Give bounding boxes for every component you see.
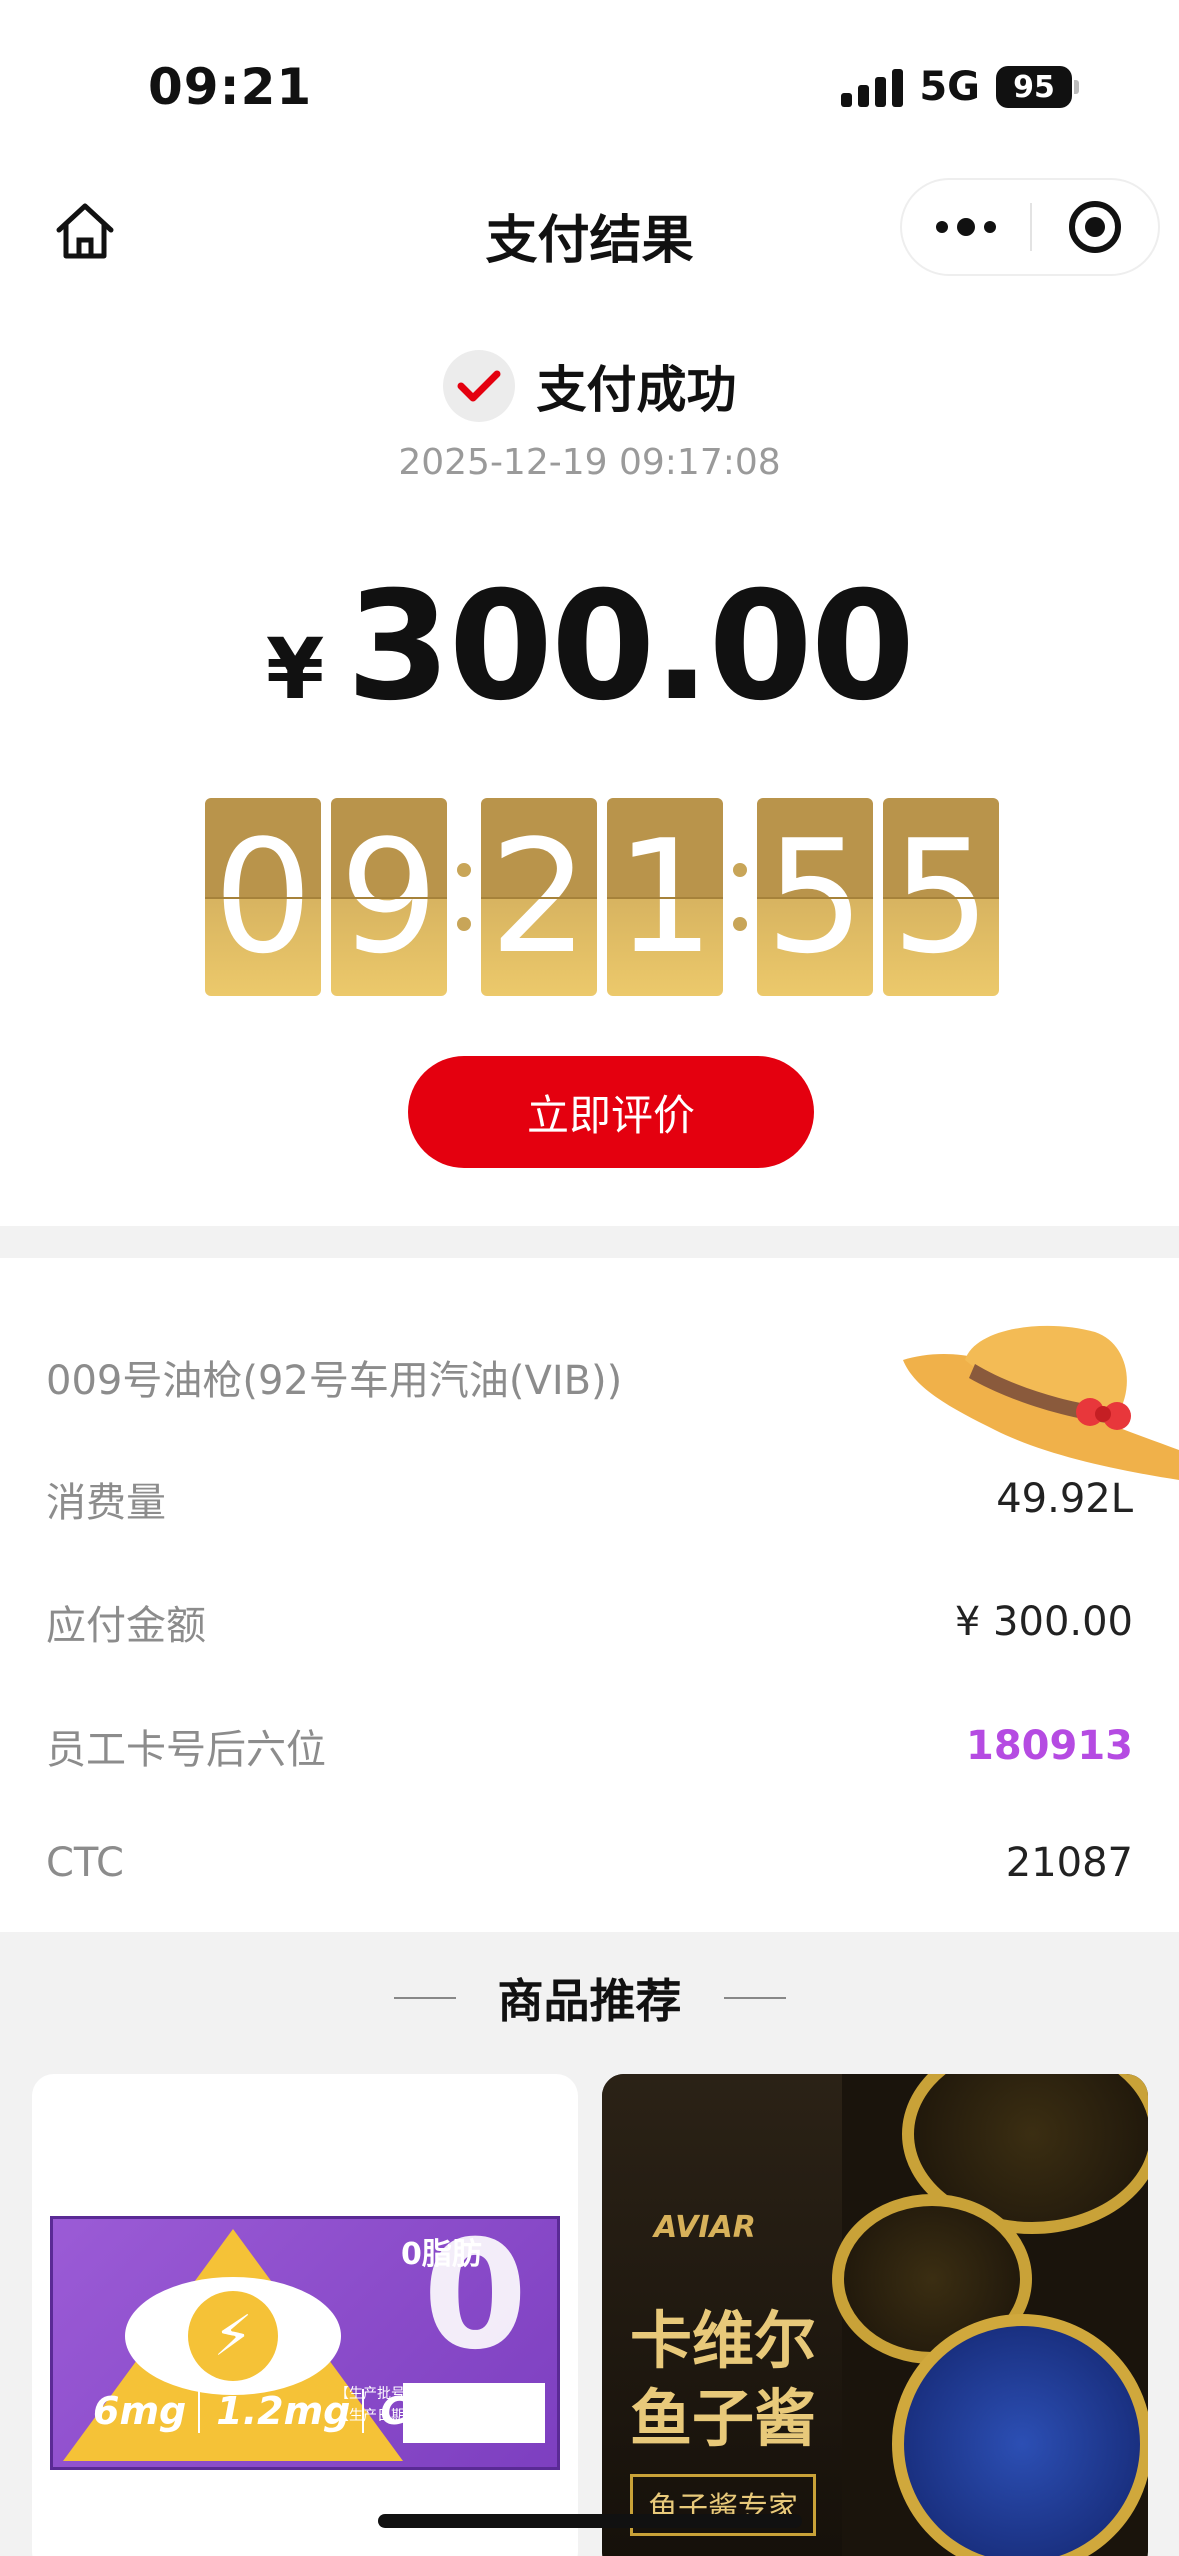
detail-row: 应付金额 ¥ 300.00 <box>46 1593 1133 1651</box>
mini-program-capsule <box>900 178 1160 276</box>
clock-digit: 0 <box>205 798 321 996</box>
payment-amount: ¥ 300.00 <box>0 560 1179 734</box>
detail-row: 消费量 49.92L <box>46 1470 1133 1528</box>
signal-icon <box>841 67 904 107</box>
battery-level: 95 <box>996 66 1072 108</box>
detail-value: ¥ 300.00 <box>954 1599 1133 1645</box>
clock-digit: 1 <box>607 798 723 996</box>
clock-digit: 5 <box>883 798 999 996</box>
detail-value: 21087 <box>1005 1840 1133 1886</box>
detail-row: CTC 21087 <box>46 1840 1133 1886</box>
payment-status: 支付成功 <box>0 350 1179 422</box>
detail-label: 应付金额 <box>46 1603 206 1649</box>
detail-label: CTC <box>46 1840 124 1886</box>
clock-separator <box>723 863 757 931</box>
more-button[interactable] <box>902 218 1030 236</box>
zero-fat-label: 0脂肪 <box>401 2237 482 2272</box>
close-button[interactable] <box>1032 201 1158 253</box>
currency-symbol: ¥ <box>265 620 325 718</box>
detail-label: 员工卡号后六位 <box>46 1727 326 1773</box>
amount-value: 300.00 <box>346 560 915 734</box>
product-image: ⚡ 6mg 1.2mg C 0 0脂肪 【生产批号】 【生产日期】 <box>50 2209 560 2470</box>
caviar-tin-image <box>892 2314 1148 2556</box>
brand-logo: AVIAR <box>654 2210 756 2245</box>
employee-card-number: 180913 <box>966 1723 1133 1769</box>
detail-label: 消费量 <box>46 1480 166 1526</box>
status-text: 支付成功 <box>536 361 737 419</box>
straw-hat-icon <box>903 1325 1179 1480</box>
battery-icon: 95 <box>996 66 1079 108</box>
checkmark-icon <box>442 350 515 422</box>
section-divider <box>0 1226 1179 1258</box>
lightning-icon: ⚡ <box>188 2291 278 2381</box>
rate-now-button[interactable]: 立即评价 <box>408 1056 814 1168</box>
clock-digit: 2 <box>481 798 597 996</box>
flip-clock: 0 9 2 1 5 5 <box>205 798 999 996</box>
home-indicator <box>378 2514 802 2528</box>
product-card[interactable]: AVIAR 卡维尔 鱼子酱 鱼子酱专家 <box>602 2074 1148 2556</box>
product-name: 卡维尔 鱼子酱 <box>630 2304 817 2455</box>
payment-datetime: 2025-12-19 09:17:08 <box>398 442 781 483</box>
clock-digit: 9 <box>331 798 447 996</box>
status-time: 09:21 <box>148 58 313 116</box>
product-card[interactable]: ⚡ 6mg 1.2mg C 0 0脂肪 【生产批号】 【生产日期】 <box>32 2074 578 2556</box>
status-indicators: 5G 95 <box>841 64 1079 110</box>
detail-row: 员工卡号后六位 180913 <box>46 1717 1133 1775</box>
nutrient-value: 6mg <box>93 2389 201 2433</box>
clock-separator <box>447 863 481 931</box>
network-type: 5G <box>919 64 980 110</box>
recommendation-title: 商品推荐 <box>497 1974 682 2028</box>
detail-value: 49.92L <box>996 1476 1133 1522</box>
target-icon <box>1069 201 1121 253</box>
recommendation-header: 商品推荐 <box>0 1965 1179 2031</box>
pump-label: 009号油枪(92号车用汽油(VIB)) <box>46 1358 623 1404</box>
clock-digit: 5 <box>757 798 873 996</box>
